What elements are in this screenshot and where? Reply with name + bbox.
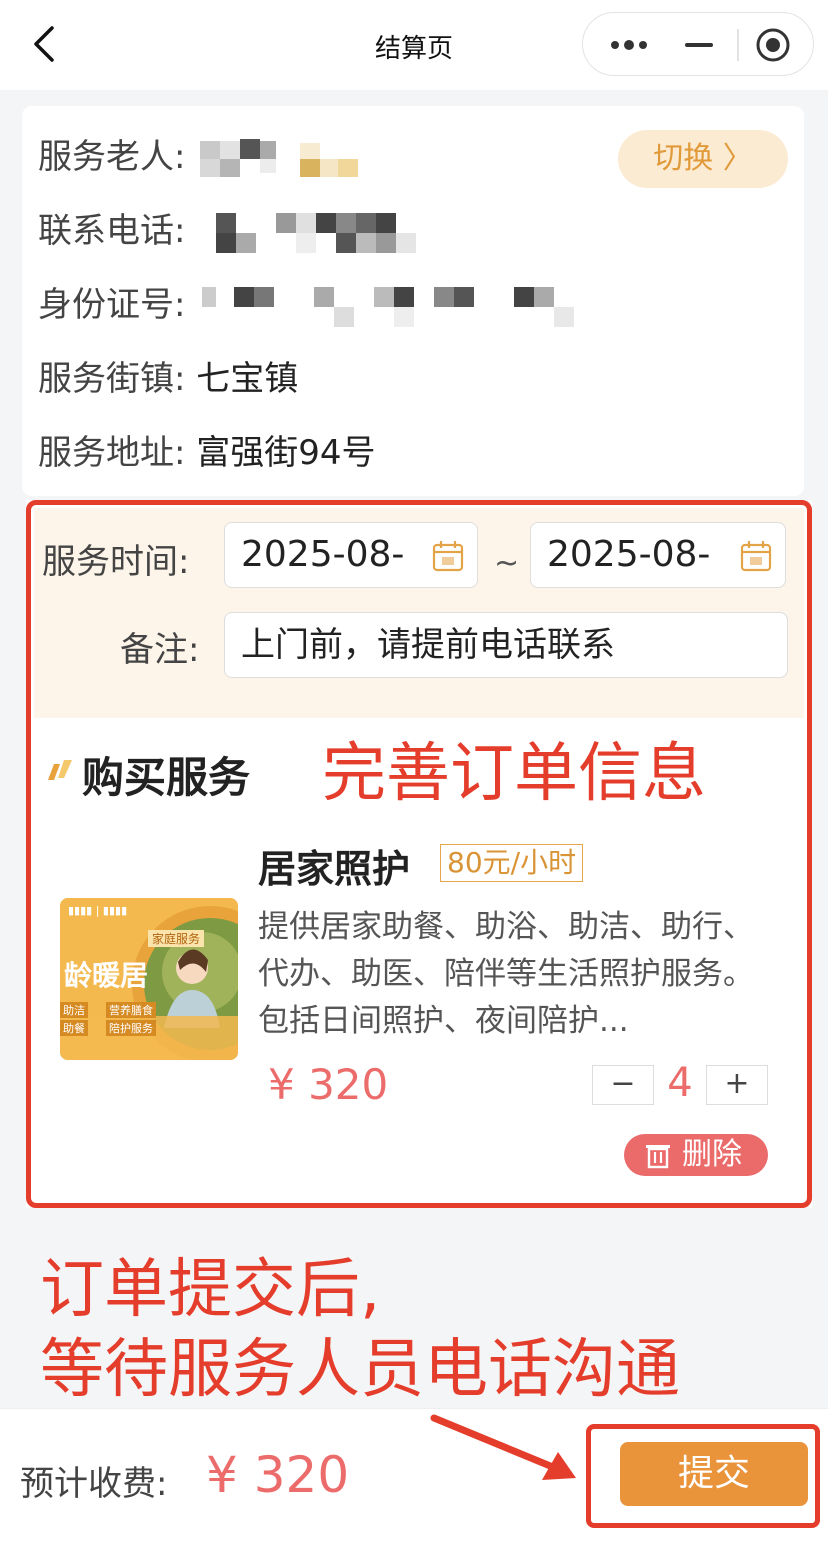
elder-name-row: 服务老人: (38, 132, 366, 182)
section-mark-icon (48, 760, 72, 780)
close-target-icon[interactable] (755, 27, 791, 63)
nav-bar: 结算页 (0, 0, 828, 90)
more-dots-icon[interactable] (609, 35, 649, 55)
note-input[interactable]: 上门前，请提前电话联系 (224, 612, 788, 678)
service-time-label: 服务时间: (42, 542, 190, 582)
service-address-value: 富强街94号 (196, 433, 376, 473)
estimated-fee-value: ¥ 320 (206, 1446, 350, 1504)
elder-name-label: 服务老人: (38, 137, 186, 177)
service-town-value: 七宝镇 (196, 359, 299, 399)
elder-id-label: 身份证号: (38, 285, 186, 325)
service-address-label: 服务地址: (38, 433, 186, 473)
service-address-row: 服务地址: 富强街94号 (38, 428, 376, 478)
quantity-decrease-button[interactable]: − (592, 1065, 654, 1105)
service-unit-price: 80元/小时 (440, 844, 584, 882)
annotation-complete-order: 完善订单信息 (322, 737, 706, 811)
elder-phone-row: 联系电话: (38, 206, 436, 256)
end-date-picker[interactable]: 2025-08- (530, 522, 786, 588)
service-name: 居家照护 (258, 847, 411, 891)
thumb-brand: ▮▮▮▮ | ▮▮▮▮ (68, 904, 128, 917)
quantity-increase-button[interactable]: + (706, 1065, 768, 1105)
elder-name-redacted (196, 138, 366, 179)
calendar-icon (740, 541, 772, 572)
thumb-chip: 助洁 (60, 1002, 88, 1018)
miniprogram-capsule (582, 12, 814, 76)
start-date-picker[interactable]: 2025-08- (224, 522, 478, 588)
service-town-label: 服务街镇: (38, 359, 186, 399)
purchase-service-title: 购买服务 (82, 753, 251, 802)
calendar-icon (432, 541, 464, 572)
end-date-value: 2025-08- (547, 534, 711, 575)
elder-info-card: 服务老人: 切换 〉 联系电话: 身份证号: 服务街镇: 七宝镇 服务地址: 富… (22, 106, 804, 496)
thumb-tag: 家庭服务 (148, 930, 205, 947)
trash-icon (646, 1145, 670, 1169)
thumb-chip: 陪护服务 (106, 1020, 156, 1036)
service-thumbnail[interactable]: ▮▮▮▮ | ▮▮▮▮ 家庭服务 龄暖居 助洁 营养膳食 助餐 陪护服务 (60, 898, 238, 1060)
note-label: 备注: (120, 630, 200, 670)
start-date-value: 2025-08- (241, 534, 405, 575)
date-range-separator: ~ (494, 546, 520, 581)
submit-button[interactable]: 提交 (620, 1442, 808, 1506)
service-town-row: 服务街镇: 七宝镇 (38, 354, 298, 404)
annotation-after-submit-line2: 等待服务人员电话沟通 (40, 1333, 680, 1407)
service-subtotal: ¥ 320 (268, 1060, 389, 1109)
estimated-fee-label: 预计收费: (20, 1464, 168, 1504)
quantity-value: 4 (667, 1060, 693, 1106)
capsule-divider (737, 29, 739, 61)
delete-service-button[interactable]: 删除 (624, 1134, 768, 1176)
elder-id-row: 身份证号: (38, 280, 586, 330)
minimize-icon[interactable] (683, 35, 715, 55)
elder-phone-redacted (196, 212, 436, 253)
thumb-chip: 助餐 (60, 1020, 88, 1036)
service-description: 提供居家助餐、助浴、助洁、助行、代办、助医、陪伴等生活照护服务。包括日间照护、夜… (258, 909, 754, 1039)
thumb-chip: 营养膳食 (106, 1002, 156, 1018)
thumb-title: 龄暖居 (64, 959, 149, 992)
switch-elder-button[interactable]: 切换 〉 (618, 130, 788, 188)
elder-phone-label: 联系电话: (38, 211, 186, 251)
elder-id-redacted (196, 286, 586, 327)
annotation-after-submit-line1: 订单提交后, (40, 1253, 381, 1327)
delete-label: 删除 (682, 1137, 742, 1172)
